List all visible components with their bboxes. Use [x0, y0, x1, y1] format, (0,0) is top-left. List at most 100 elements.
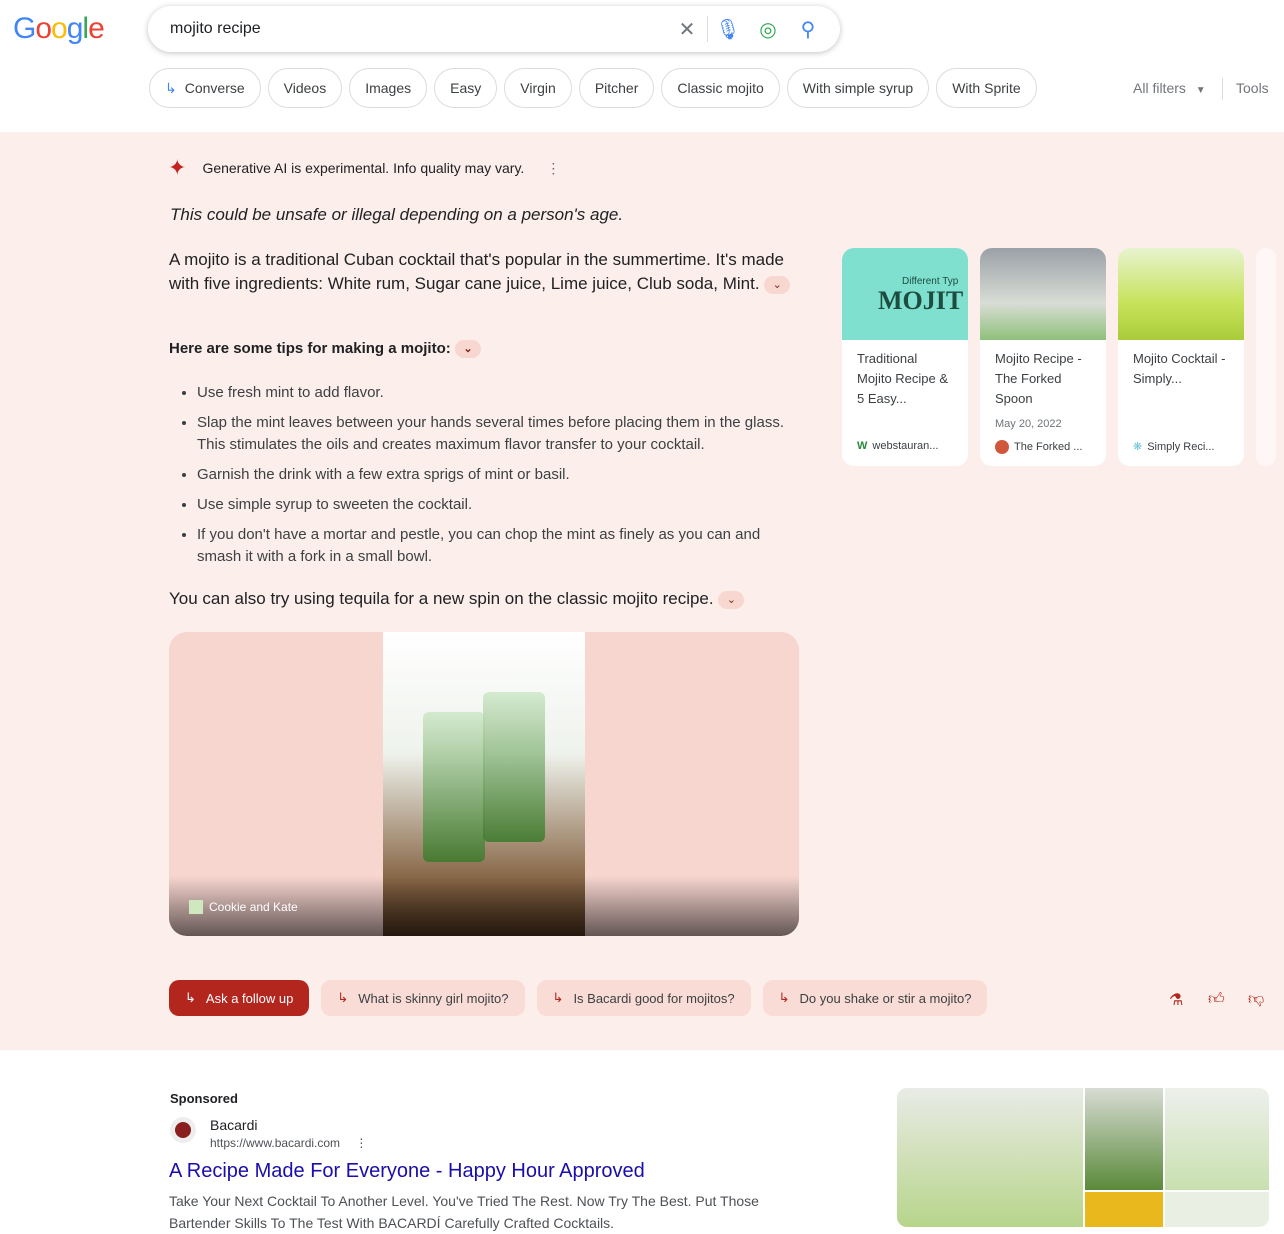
ad-description: Take Your Next Cocktail To Another Level… [169, 1193, 759, 1231]
ad-image [897, 1088, 1083, 1227]
thumbs-down-icon[interactable]: 👎︎ [1248, 990, 1264, 1009]
filter-chips: ↳ Converse Videos Images Easy Virgin Pitc… [149, 68, 1037, 108]
source-favicon-icon [189, 900, 203, 914]
ai-image[interactable]: Cookie and Kate [169, 632, 799, 936]
chip-classic[interactable]: Classic mojito [661, 68, 780, 108]
chip-easy[interactable]: Easy [434, 68, 498, 108]
card-title: Traditional Mojito Recipe & 5 Easy... [857, 351, 949, 406]
source-card[interactable]: Mojito Recipe - The Forked Spoon May 20,… [980, 248, 1106, 466]
webstaurant-favicon-icon: W [857, 440, 868, 452]
advertiser-name: Bacardi [210, 1117, 258, 1133]
list-item: If you don't have a mortar and pestle, y… [197, 524, 797, 568]
card-source-label: Simply Reci... [1147, 440, 1215, 453]
card-thumbnail [1118, 248, 1244, 340]
expand-chevron-icon[interactable]: ⌄ [764, 275, 791, 294]
ask-followup-button[interactable]: ↳ Ask a follow up [169, 980, 310, 1016]
thumbs-up-icon[interactable]: 👍︎ [1208, 990, 1225, 1009]
search-box[interactable]: mojito recipe ✕ 🎙 ◎ ⚲ [148, 6, 840, 52]
more-options-icon[interactable]: ⋮ [355, 1136, 367, 1150]
followup-label: Do you shake or stir a mojito? [799, 990, 972, 1006]
advertiser[interactable]: Bacardi https://www.bacardi.com ⋮ [170, 1117, 367, 1150]
followup-chip[interactable]: ↳ What is skinny girl mojito? [321, 980, 525, 1016]
card-source: The Forked ... [995, 440, 1082, 454]
google-logo[interactable]: Google [13, 12, 105, 46]
card-source-label: The Forked ... [1014, 441, 1083, 453]
divider [1222, 78, 1223, 100]
card-source: ❋ Simply Reci... [1133, 440, 1215, 454]
source-card[interactable]: Different Typ MOJIT Traditional Mojito R… [842, 248, 968, 466]
ai-intro: A mojito is a traditional Cuban cocktail… [169, 248, 799, 296]
all-filters-label: All filters [1133, 80, 1186, 96]
card-thumbnail: Different Typ MOJIT [842, 248, 968, 340]
followup-row: ↳ Ask a follow up ↳ What is skinny girl mo… [169, 980, 988, 1016]
ai-also: You can also try using tequila for a new… [169, 589, 745, 609]
thumb-text: MOJIT [878, 286, 964, 315]
lens-icon[interactable]: ◎ [748, 17, 788, 42]
source-cards: Different Typ MOJIT Traditional Mojito R… [842, 248, 1276, 466]
chip-images[interactable]: Images [349, 68, 428, 108]
ad-image [1085, 1088, 1163, 1190]
source-card[interactable]: Mojito Cocktail - Simply... ❋ Simply Reci… [1118, 248, 1244, 466]
sponsored-label: Sponsored [170, 1091, 238, 1106]
followup-chip[interactable]: ↳ Do you shake or stir a mojito? [762, 980, 988, 1016]
ai-warning: This could be unsafe or illegal dependin… [170, 205, 624, 224]
card-title: Mojito Cocktail - Simply... [1133, 351, 1226, 386]
chip-simple-syrup[interactable]: With simple syrup [786, 68, 930, 108]
card-title: Mojito Recipe - The Forked Spoon [995, 351, 1082, 406]
ad-images[interactable] [897, 1088, 1269, 1227]
gemini-sparkle-icon: ✦ [168, 155, 187, 180]
tools-button[interactable]: Tools [1236, 80, 1269, 96]
followup-label: Is Bacardi good for mojitos? [573, 990, 735, 1006]
forked-spoon-favicon-icon [995, 440, 1009, 454]
image-source[interactable]: Cookie and Kate [189, 900, 298, 914]
labs-flask-icon[interactable]: ⚗ [1169, 990, 1183, 1010]
followup-chip[interactable]: ↳ Is Bacardi good for mojitos? [536, 980, 751, 1016]
image-source-label: Cookie and Kate [209, 900, 298, 914]
card-source-label: webstauran... [872, 440, 939, 452]
ad-title-link[interactable]: A Recipe Made For Everyone - Happy Hour … [169, 1160, 645, 1183]
intro-text: A mojito is a traditional Cuban cocktail… [169, 250, 784, 293]
followup-arrow-icon: ↳ [778, 990, 790, 1005]
followup-arrow-icon: ↳ [337, 990, 349, 1005]
search-icon[interactable]: ⚲ [788, 17, 828, 42]
expand-chevron-icon[interactable]: ⌄ [718, 590, 745, 609]
ai-disclaimer: Generative AI is experimental. Info qual… [202, 160, 525, 176]
mic-icon[interactable]: 🎙 [708, 17, 748, 42]
chip-label: Converse [184, 80, 245, 96]
ai-header: ✦ Generative AI is experimental. Info qu… [168, 155, 560, 181]
followup-arrow-icon: ↳ [185, 990, 196, 1005]
chip-sprite[interactable]: With Sprite [936, 68, 1037, 108]
converse-arrow-icon: ↳ [165, 79, 177, 96]
ad-image [1165, 1088, 1269, 1190]
ad-image [1085, 1192, 1163, 1227]
card-source: Wwebstauran... [857, 440, 938, 452]
dropdown-icon: ▼ [1195, 85, 1206, 96]
expand-chevron-icon[interactable]: ⌄ [454, 340, 481, 359]
also-text: You can also try using tequila for a new… [169, 589, 714, 608]
list-item: Use simple syrup to sweeten the cocktail… [197, 494, 797, 516]
close-icon[interactable]: ✕ [667, 17, 707, 42]
chip-virgin[interactable]: Virgin [504, 68, 572, 108]
tips-heading-text: Here are some tips for making a mojito: [169, 340, 451, 357]
advertiser-url: https://www.bacardi.com [210, 1136, 341, 1150]
chip-converse[interactable]: ↳ Converse [149, 68, 261, 108]
followup-arrow-icon: ↳ [552, 990, 564, 1005]
list-item: Use fresh mint to add flavor. [197, 382, 797, 404]
ad-image [1165, 1192, 1269, 1227]
search-input[interactable]: mojito recipe [170, 20, 667, 38]
chip-videos[interactable]: Videos [267, 68, 343, 108]
card-thumbnail [980, 248, 1106, 340]
source-card-partial[interactable] [1256, 248, 1276, 466]
card-date: May 20, 2022 [995, 418, 1062, 430]
followup-label: What is skinny girl mojito? [358, 990, 509, 1006]
all-filters-button[interactable]: All filters ▼ [1133, 80, 1206, 96]
more-options-icon[interactable]: ⋮ [546, 160, 560, 177]
list-item: Slap the mint leaves between your hands … [197, 412, 797, 456]
list-item: Garnish the drink with a few extra sprig… [197, 464, 797, 486]
simply-recipes-favicon-icon: ❋ [1133, 441, 1143, 453]
tips-heading: Here are some tips for making a mojito: … [169, 340, 481, 359]
bacardi-logo-icon [170, 1117, 196, 1143]
tips-list: Use fresh mint to add flavor. Slap the m… [197, 382, 797, 576]
chip-pitcher[interactable]: Pitcher [578, 68, 655, 108]
followup-label: Ask a follow up [205, 990, 294, 1006]
